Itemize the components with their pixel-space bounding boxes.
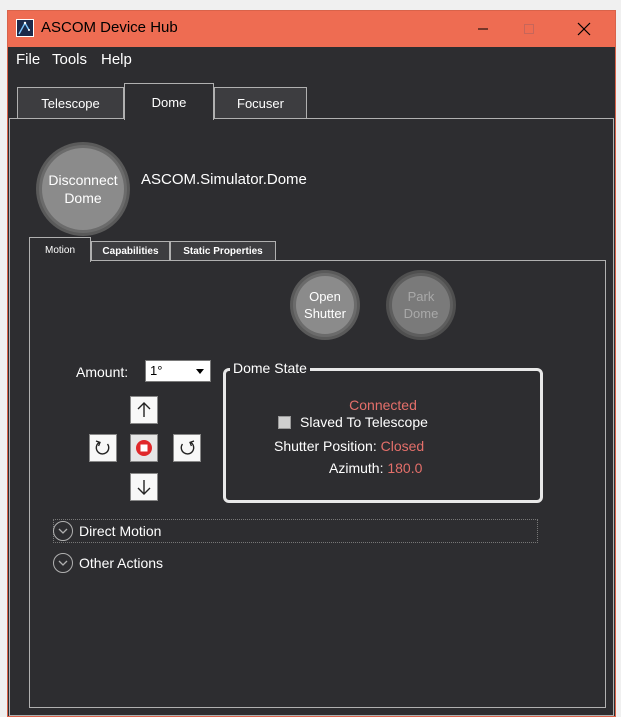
minimize-button[interactable] [460, 11, 506, 47]
maximize-button[interactable] [506, 11, 552, 47]
direct-motion-label: Direct Motion [79, 523, 162, 539]
tab-dome[interactable]: Dome [124, 83, 214, 120]
slaved-label: Slaved To Telescope [300, 414, 428, 430]
maximize-icon [524, 24, 534, 34]
rotate-counterclockwise-button[interactable] [173, 434, 201, 462]
window-title: ASCOM Device Hub [41, 19, 178, 36]
amount-select[interactable]: 1° [145, 360, 211, 382]
title-bar[interactable]: ASCOM Device Hub [8, 11, 615, 47]
shutter-position-row: Shutter Position: Closed [274, 438, 424, 454]
shutter-position-label: Shutter Position: [274, 438, 377, 454]
arrow-down-icon [137, 480, 151, 495]
park-dome-line2: Dome [403, 306, 439, 321]
tab-capabilities[interactable]: Capabilities [91, 241, 170, 261]
expand-chevron-icon [53, 553, 73, 573]
disconnect-dome-button[interactable]: Disconnect Dome [42, 148, 124, 230]
device-name: ASCOM.Simulator.Dome [141, 171, 307, 188]
menu-file[interactable]: File [16, 51, 40, 68]
device-tab-strip: Telescope Dome Focuser [8, 75, 615, 120]
open-shutter-button[interactable]: Open Shutter [296, 276, 354, 334]
rotate-counterclockwise-icon [180, 440, 195, 455]
close-icon [577, 22, 591, 36]
disconnect-label-line1: Disconnect [48, 172, 118, 188]
open-shutter-line2: Shutter [304, 306, 346, 321]
dome-state-group: Connected Slaved To Telescope Shutter Po… [223, 368, 543, 503]
arrow-up-icon [137, 402, 151, 417]
azimuth-label: Azimuth: [329, 460, 384, 476]
move-up-button[interactable] [130, 396, 158, 424]
shutter-position-value: Closed [380, 438, 425, 454]
tab-motion[interactable]: Motion [29, 237, 91, 262]
menu-tools[interactable]: Tools [52, 51, 87, 68]
connection-status: Connected [349, 397, 417, 413]
azimuth-value: 180.0 [387, 460, 423, 476]
open-shutter-line1: Open [309, 289, 341, 304]
tab-static-properties[interactable]: Static Properties [170, 241, 276, 261]
menu-help[interactable]: Help [101, 51, 132, 68]
minimize-icon [478, 28, 488, 30]
close-button[interactable] [561, 11, 607, 47]
other-actions-label: Other Actions [79, 555, 164, 571]
park-dome-button[interactable]: Park Dome [392, 276, 450, 334]
disconnect-label-line2: Dome [64, 190, 102, 206]
stop-button[interactable] [130, 434, 158, 462]
ascom-app-icon [16, 19, 34, 37]
park-dome-line1: Park [407, 289, 435, 304]
amount-value: 1° [150, 363, 163, 378]
slaved-checkbox[interactable] [278, 415, 291, 429]
slaved-checkbox-row[interactable]: Slaved To Telescope [278, 414, 428, 430]
app-window: ASCOM Device Hub File Tools Help Telesco… [7, 10, 616, 717]
tab-telescope[interactable]: Telescope [17, 87, 124, 119]
rotate-clockwise-icon [95, 440, 110, 455]
expand-chevron-icon [53, 521, 73, 541]
direct-motion-expander[interactable]: Direct Motion [53, 519, 161, 543]
rotate-clockwise-button[interactable] [89, 434, 117, 462]
azimuth-row: Azimuth: 180.0 [329, 460, 422, 476]
move-down-button[interactable] [130, 473, 158, 501]
chevron-down-icon [196, 369, 204, 374]
amount-label: Amount: [76, 364, 129, 380]
dome-state-title: Dome State [230, 360, 310, 376]
tab-focuser[interactable]: Focuser [214, 87, 307, 119]
stop-icon [136, 440, 152, 456]
other-actions-expander[interactable]: Other Actions [53, 551, 163, 575]
